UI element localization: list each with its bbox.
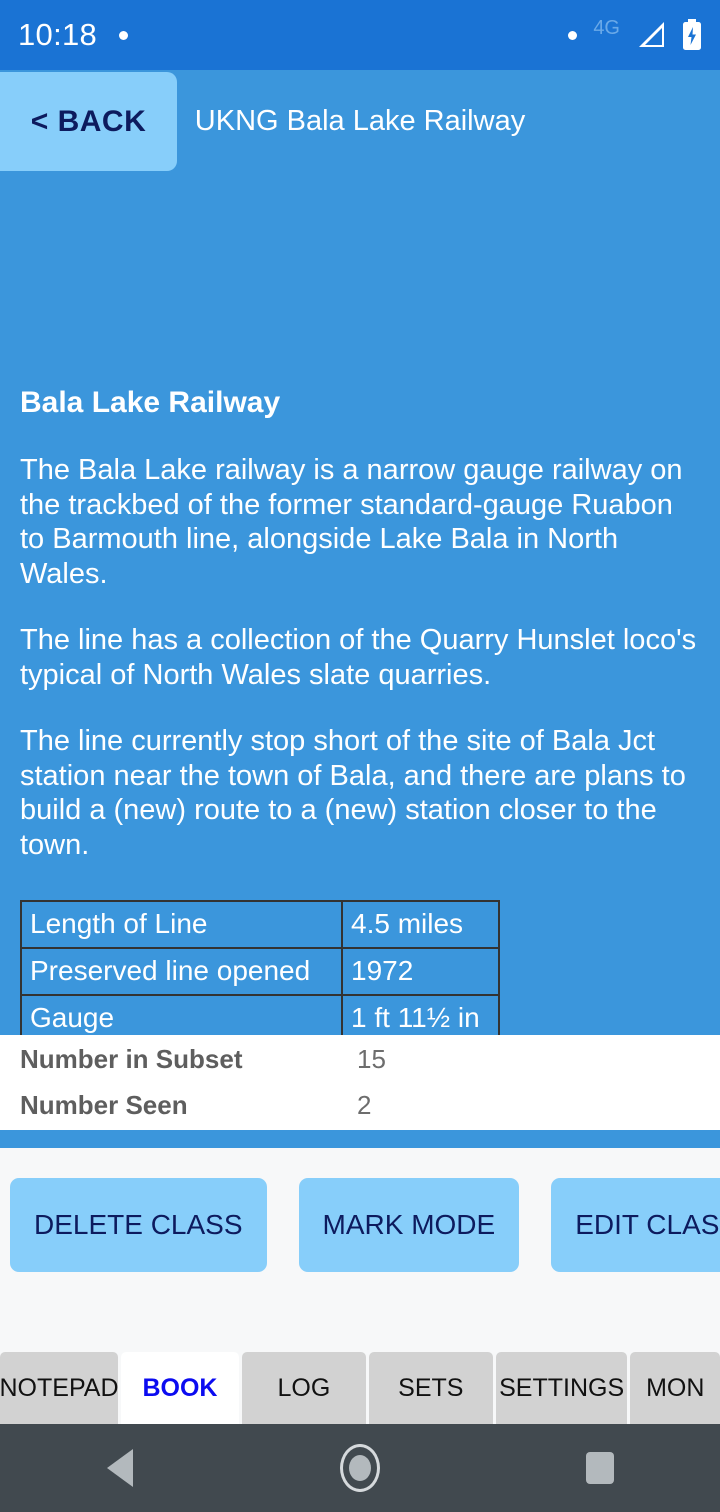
stat-value: 2 [357,1090,372,1120]
nav-back-button[interactable] [65,1424,175,1512]
fact-value: 4.5 miles [341,900,500,949]
tab-notepad[interactable]: NOTEPAD [0,1352,118,1424]
tab-settings[interactable]: SETTINGS [495,1352,628,1424]
tab-book[interactable]: BOOK [120,1352,239,1424]
railway-facts-table: Length of Line 4.5 miles Preserved line … [20,900,500,1035]
fact-label: Gauge [20,994,343,1035]
notification-dot-icon [119,30,129,40]
status-bar-right: 4G [568,16,702,51]
nav-home-button[interactable] [305,1424,415,1512]
action-button-bar: DELETE CLASS MARK MODE EDIT CLASS [0,1148,720,1350]
tab-sets[interactable]: SETS [368,1352,493,1424]
bottom-tab-bar: NOTEPAD BOOK LOG SETS SETTINGS MON [0,1350,720,1424]
edit-class-button[interactable]: EDIT CLASS [551,1178,720,1272]
fact-label: Length of Line [20,900,343,949]
network-type-label: 4G [593,16,620,39]
battery-charging-icon [682,19,702,51]
tab-mon[interactable]: MON [630,1352,720,1424]
app-root: 10:18 4G UKNG Bala Lake Railway < BACK B… [0,0,720,1512]
nav-recents-button[interactable] [545,1424,655,1512]
table-row: Gauge 1 ft 11½ in [20,994,500,1035]
stat-row-number-seen: Number Seen 2 [20,1083,700,1129]
fact-label: Preserved line opened [20,947,343,996]
circle-home-inner-icon [349,1455,371,1481]
privacy-dot-icon [568,30,578,40]
circle-home-icon [340,1444,380,1492]
signal-icon [636,21,666,49]
stat-label: Number in Subset [20,1044,243,1074]
article-paragraph: The line has a collection of the Quarry … [20,624,697,691]
stat-row-number-in-subset: Number in Subset 15 [20,1037,700,1083]
status-bar: 10:18 4G [0,0,720,70]
table-row: Preserved line opened 1972 [20,947,500,996]
stat-value: 15 [357,1044,386,1074]
subset-stats-panel: Number in Subset 15 Number Seen 2 [0,1035,720,1130]
fact-value: 1 ft 11½ in [341,994,500,1035]
mark-mode-button[interactable]: MARK MODE [298,1178,520,1272]
fact-value: 1972 [341,947,500,996]
stat-label: Number Seen [20,1090,188,1120]
triangle-back-icon [107,1449,133,1487]
article-title: Bala Lake Railway [20,386,281,419]
back-button[interactable]: < BACK [0,72,177,171]
article-paragraph: The line currently stop short of the sit… [20,725,686,861]
tab-log[interactable]: LOG [241,1352,366,1424]
article-paragraph: The Bala Lake railway is a narrow gauge … [20,454,683,590]
android-navigation-bar [0,1424,720,1512]
app-header: UKNG Bala Lake Railway < BACK [0,70,720,172]
article-content: Bala Lake Railway The Bala Lake railway … [0,172,720,1035]
table-row: Length of Line 4.5 miles [20,900,500,949]
divider-strip [0,1130,720,1148]
delete-class-button[interactable]: DELETE CLASS [10,1178,267,1272]
status-time: 10:18 [18,17,98,52]
status-bar-left: 10:18 [18,17,129,53]
square-recents-icon [586,1452,614,1484]
